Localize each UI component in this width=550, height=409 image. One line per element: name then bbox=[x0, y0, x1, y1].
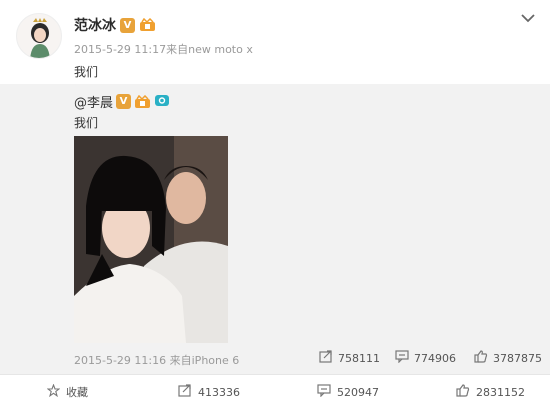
author-name[interactable]: 范冰冰 bbox=[74, 15, 116, 35]
star-icon bbox=[46, 383, 61, 400]
like-button[interactable]: 2831152 bbox=[456, 384, 525, 400]
comment-count: 520947 bbox=[337, 385, 379, 399]
repost-comments-stat[interactable]: 774906 bbox=[395, 350, 456, 366]
post-timestamp[interactable]: 2015-5-29 11:17 bbox=[74, 43, 166, 56]
repost-text: 我们 bbox=[74, 116, 99, 130]
repost-count: 413336 bbox=[198, 385, 240, 399]
post-meta: 2015-5-29 11:17来自new moto x bbox=[74, 41, 253, 57]
comment-icon bbox=[395, 350, 409, 366]
verified-badge-icon: V bbox=[120, 17, 135, 33]
share-icon bbox=[178, 384, 192, 400]
like-count: 2831152 bbox=[476, 385, 525, 399]
thumbs-up-icon bbox=[474, 350, 488, 366]
comment-icon bbox=[317, 384, 331, 400]
repost-likes-stat[interactable]: 3787875 bbox=[474, 350, 542, 366]
repost-author[interactable]: @李晨 bbox=[74, 92, 113, 111]
repost-button[interactable]: 413336 bbox=[178, 384, 240, 400]
repost-reposts-count: 758111 bbox=[338, 351, 380, 365]
author-avatar[interactable] bbox=[16, 13, 62, 59]
weibo-post: 范冰冰 V 2015-5-29 11:17来自new moto x 我们 @李晨… bbox=[0, 0, 550, 409]
post-source: 来自new moto x bbox=[166, 43, 253, 56]
repost-reposts-stat[interactable]: 758111 bbox=[319, 350, 380, 366]
repost-meta: 2015-5-29 11:16 来自iPhone 6 bbox=[74, 352, 239, 368]
repost-photo[interactable] bbox=[74, 136, 228, 343]
repost-comments-count: 774906 bbox=[414, 351, 456, 365]
favorite-button[interactable]: 收藏 bbox=[46, 383, 88, 400]
action-bar: 收藏 413336 520947 2831152 bbox=[0, 374, 550, 409]
repost-likes-count: 3787875 bbox=[493, 351, 542, 365]
thumbs-up-icon bbox=[456, 384, 470, 400]
camera-icon bbox=[154, 93, 170, 111]
repost-timestamp[interactable]: 2015-5-29 11:16 bbox=[74, 354, 166, 367]
comment-button[interactable]: 520947 bbox=[317, 384, 379, 400]
vip-crown-icon bbox=[139, 17, 156, 32]
favorite-label: 收藏 bbox=[66, 386, 88, 399]
author-name-row: 范冰冰 V bbox=[74, 15, 156, 35]
repost-card: @李晨 V 我们 2015-5-29 11:16 来自iPhone 6 7581… bbox=[0, 84, 550, 374]
verified-badge-icon: V bbox=[116, 94, 132, 109]
repost-author-row: @李晨 V bbox=[74, 92, 170, 111]
share-icon bbox=[319, 350, 333, 366]
vip-crown-icon bbox=[134, 94, 151, 109]
repost-source: 来自iPhone 6 bbox=[169, 354, 240, 367]
chevron-down-icon[interactable] bbox=[520, 10, 536, 24]
post-text: 我们 bbox=[74, 65, 99, 79]
